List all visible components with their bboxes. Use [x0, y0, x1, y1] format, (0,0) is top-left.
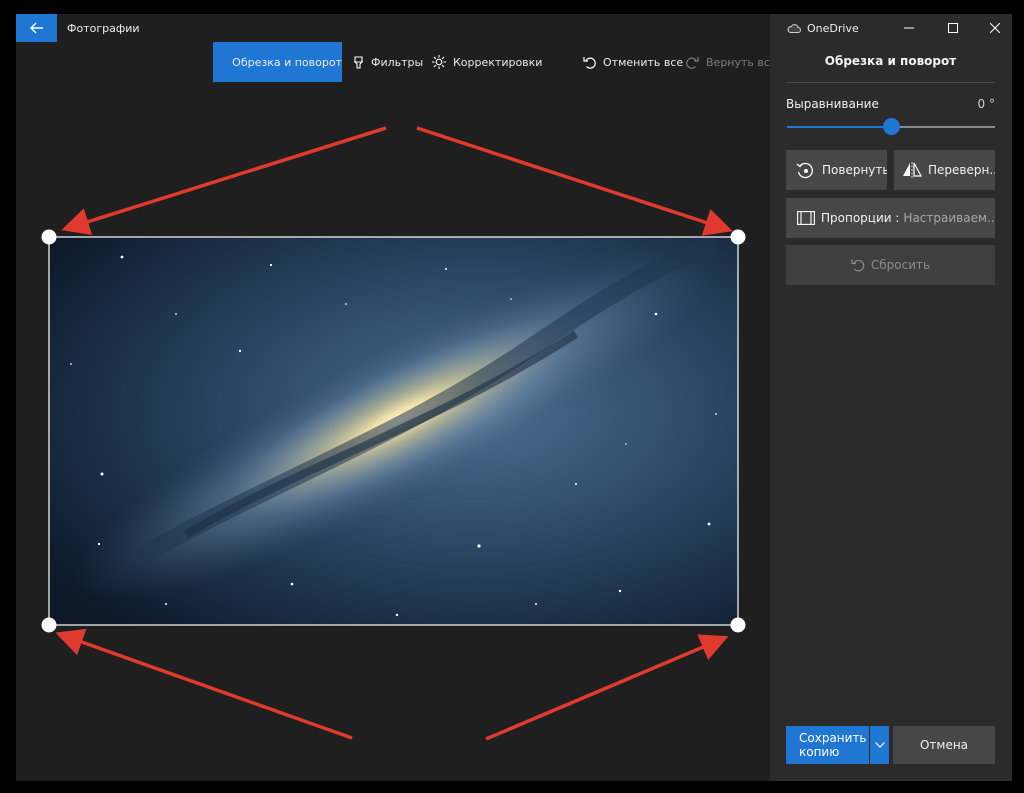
flip-icon: [903, 162, 922, 178]
arrow-bottom-left: [55, 628, 353, 740]
close-icon: [990, 23, 1000, 33]
minimize-button[interactable]: [892, 14, 926, 42]
reset-label: Сбросить: [870, 258, 931, 272]
straighten-slider-thumb[interactable]: [882, 118, 900, 135]
onedrive-status[interactable]: OneDrive: [787, 14, 859, 42]
crop-rotate-panel: OneDrive Обрезка и поворот Выравнивание …: [770, 14, 1012, 781]
save-copy-label: Сохранить копию: [799, 731, 867, 759]
panel-divider: [786, 82, 995, 83]
cancel-label: Отмена: [919, 738, 969, 752]
flip-label: Переверн...: [928, 163, 995, 177]
save-options-button[interactable]: [870, 726, 889, 764]
crop-handle-bottom-right[interactable]: [730, 617, 746, 633]
galaxy-photo: [49, 237, 738, 625]
cancel-button[interactable]: Отмена: [893, 726, 995, 764]
straighten-slider-fill: [787, 126, 891, 128]
aspect-value: Настраиваем...: [903, 211, 995, 225]
arrow-top-left: [61, 126, 387, 236]
maximize-icon: [948, 23, 958, 33]
aspect-ratio-icon: [797, 211, 815, 225]
rotate-button[interactable]: Повернуть: [786, 150, 887, 190]
aspect-label: Пропорции :: [821, 211, 900, 225]
reset-button[interactable]: Сбросить: [786, 245, 995, 285]
maximize-button[interactable]: [936, 14, 970, 42]
cloud-icon: [787, 24, 801, 33]
minimize-icon: [904, 27, 914, 29]
editor-area: Фотографии Обрезка и поворот Фильтры Кор…: [16, 14, 777, 781]
onedrive-label: OneDrive: [807, 21, 859, 35]
photo-canvas: [41, 126, 746, 741]
rotate-icon: [796, 162, 813, 179]
photos-app-window: Фотографии Обрезка и поворот Фильтры Кор…: [16, 14, 1012, 781]
crop-handle-top-right[interactable]: [730, 229, 746, 245]
straighten-value: 0 °: [977, 97, 995, 111]
aspect-ratio-dropdown[interactable]: Пропорции : Настраиваем...: [786, 198, 995, 238]
straighten-label: Выравнивание: [786, 97, 879, 111]
arrow-top-right: [416, 126, 733, 236]
rotate-label: Повернуть: [822, 163, 887, 177]
crop-handle-top-left[interactable]: [41, 229, 57, 245]
flip-button[interactable]: Переверн...: [894, 150, 995, 190]
save-copy-button[interactable]: Сохранить копию: [786, 726, 869, 764]
undo-icon: [851, 259, 865, 272]
crop-handle-bottom-left[interactable]: [41, 617, 57, 633]
close-button[interactable]: [978, 14, 1012, 42]
panel-heading: Обрезка и поворот: [824, 54, 957, 68]
arrow-bottom-right: [485, 634, 729, 741]
chevron-down-icon: [874, 742, 885, 748]
